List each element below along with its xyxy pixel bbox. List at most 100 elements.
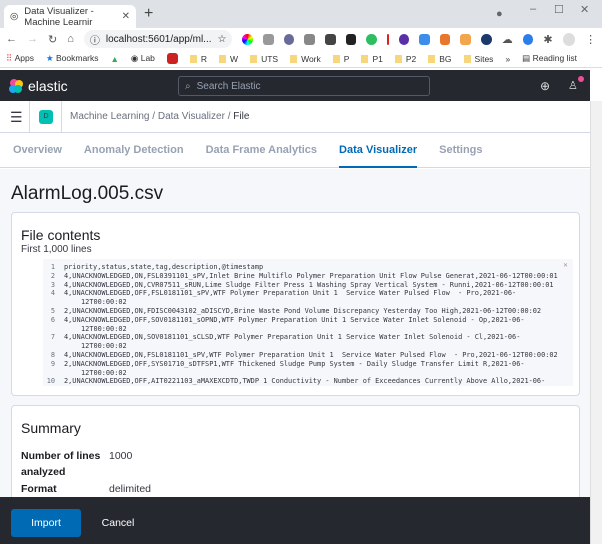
- browser-tab[interactable]: ◎ Data Visualizer - Machine Learnir ✕: [4, 5, 136, 28]
- bookmark-lab[interactable]: ◉ Lab: [131, 53, 155, 64]
- code-line: 6 4,UNACKNOWLEDGED,OFF,SOV0181101_sOPND,W…: [43, 316, 573, 334]
- notification-dot: [578, 76, 584, 82]
- extension-icon[interactable]: [419, 33, 430, 45]
- page-scrollbar[interactable]: [590, 101, 602, 544]
- menu-dots-icon[interactable]: ⋮: [585, 33, 596, 46]
- close-tab-icon[interactable]: ✕: [122, 11, 130, 22]
- close-icon[interactable]: ✕: [563, 262, 568, 269]
- folder-icon: [189, 55, 197, 64]
- menu-icon[interactable]: ☰: [10, 100, 30, 133]
- cloud-icon[interactable]: ☁: [502, 33, 513, 46]
- breadcrumb-file: File: [233, 111, 250, 122]
- elastic-logo-icon: [9, 78, 23, 93]
- file-contents-code[interactable]: 1 priority,status,state,tag,description,@…: [43, 259, 573, 386]
- newsfeed-icon[interactable]: ♙: [568, 79, 578, 92]
- line-number: 8: [50, 350, 55, 359]
- extension-icon[interactable]: [283, 33, 295, 45]
- minimize-button[interactable]: –: [530, 3, 536, 15]
- search-input[interactable]: ⌕ Search Elastic: [178, 76, 430, 96]
- profile-icon[interactable]: ●: [496, 8, 503, 20]
- folder-icon: [290, 55, 298, 64]
- extension-icon[interactable]: [481, 33, 492, 45]
- extension-icon[interactable]: [263, 33, 274, 45]
- folder-icon: [394, 55, 402, 64]
- reading-list-icon: ▤: [522, 53, 531, 63]
- space-badge[interactable]: D: [39, 109, 53, 124]
- reading-list[interactable]: ▤ Reading list: [522, 53, 577, 64]
- breadcrumb-machine-learning[interactable]: Machine Learning: [70, 111, 150, 122]
- back-icon[interactable]: ←: [6, 33, 17, 45]
- extension-icon[interactable]: [324, 33, 336, 45]
- bookmark-folder[interactable]: Sites: [463, 54, 493, 64]
- folder-icon: [250, 55, 258, 64]
- code-line: 5 2,UNACKNOWLEDGED,ON,FDISC0043102_aDISCY…: [43, 307, 573, 316]
- import-button[interactable]: Import: [11, 509, 81, 537]
- close-window-button[interactable]: ✕: [580, 3, 589, 16]
- bookmark-icon[interactable]: [166, 53, 178, 64]
- tab-overview[interactable]: Overview: [13, 133, 62, 168]
- cancel-button[interactable]: Cancel: [92, 509, 144, 537]
- bookmark-folder[interactable]: Work: [290, 54, 321, 64]
- line-number: 10: [46, 377, 55, 386]
- more-bookmarks-icon[interactable]: »: [505, 54, 510, 64]
- line-text: 4,UNACKNOWLEDGED,ON,SOV0181101_sCLSD,WTF…: [64, 333, 521, 351]
- new-tab-button[interactable]: +: [144, 5, 153, 23]
- help-icon[interactable]: ⊕: [540, 79, 550, 93]
- avatar[interactable]: [562, 32, 576, 46]
- tab-anomaly-detection[interactable]: Anomaly Detection: [84, 133, 184, 168]
- elastic-logo[interactable]: elastic: [8, 78, 68, 94]
- bookmark-folder[interactable]: BG: [428, 54, 452, 64]
- url-text: localhost:5601/app/ml...: [105, 33, 212, 45]
- home-icon[interactable]: ⌂: [67, 33, 74, 45]
- tab-title: Data Visualizer - Machine Learnir: [24, 5, 94, 28]
- file-contents-panel: File contents First 1,000 lines 1 priorit…: [11, 212, 580, 396]
- line-text: 4,UNACKNOWLEDGED,ON,FSL0181101_sPV,WTF P…: [64, 350, 558, 359]
- evernote-icon[interactable]: [366, 33, 377, 45]
- code-line: 2 4,UNACKNOWLEDGED,ON,FSL0391101_sPV,Inle…: [43, 272, 573, 281]
- line-number: 3: [50, 280, 55, 289]
- drive-icon[interactable]: ▲: [111, 54, 119, 64]
- address-bar: ← → ↻ ⌂ ⓘ localhost:5601/app/ml... ☆ ☁ ✱…: [0, 28, 602, 50]
- bookmark-apps[interactable]: ⠿ Apps: [6, 53, 34, 64]
- bookmark-folder[interactable]: P: [332, 54, 349, 64]
- forward-icon[interactable]: →: [27, 33, 38, 45]
- info-icon: ⓘ: [89, 35, 100, 47]
- line-text: 4,UNACKNOWLEDGED,ON,CVR07511_sRUN,Lime S…: [64, 280, 554, 289]
- extension-icon[interactable]: [345, 33, 357, 45]
- search-icon: ⌕: [185, 80, 191, 92]
- extension-icon[interactable]: [386, 33, 389, 45]
- extension-icon[interactable]: [242, 33, 254, 45]
- folder-icon: [361, 55, 369, 64]
- file-contents-subtitle: First 1,000 lines: [21, 244, 92, 255]
- extension-icon[interactable]: [304, 33, 315, 45]
- bookmark-folder[interactable]: R: [189, 54, 207, 64]
- puzzle-icon[interactable]: ✱: [543, 33, 552, 46]
- url-input[interactable]: ⓘ localhost:5601/app/ml... ☆: [83, 30, 233, 48]
- maximize-button[interactable]: ☐: [554, 3, 564, 16]
- code-line: 1 priority,status,state,tag,description,@…: [43, 263, 573, 272]
- elastic-header: elastic ⌕ Search Elastic ⊕ ♙: [0, 70, 590, 101]
- tab-settings[interactable]: Settings: [439, 133, 482, 168]
- main-content: AlarmLog.005.csv File contents First 1,0…: [0, 169, 590, 525]
- folder-icon: [463, 55, 471, 64]
- bookmark-folder[interactable]: P2: [394, 54, 416, 64]
- bookmark-folder[interactable]: UTS: [250, 54, 278, 64]
- tab-data-frame-analytics[interactable]: Data Frame Analytics: [206, 133, 317, 168]
- ml-tabs: Overview Anomaly Detection Data Frame An…: [0, 133, 590, 168]
- bookmark-folder[interactable]: W: [219, 54, 238, 64]
- extension-icon[interactable]: [439, 33, 451, 45]
- extension-icon[interactable]: [522, 33, 534, 45]
- star-icon[interactable]: ☆: [218, 34, 227, 45]
- bookmark-folder[interactable]: P1: [361, 54, 383, 64]
- page-title: AlarmLog.005.csv: [11, 183, 164, 204]
- extension-icon[interactable]: [460, 33, 472, 45]
- bookmark-bookmarks[interactable]: ★ Bookmarks: [46, 53, 99, 64]
- code-line: 3 4,UNACKNOWLEDGED,ON,CVR07511_sRUN,Lime …: [43, 281, 573, 290]
- extension-icon[interactable]: [398, 33, 410, 45]
- line-number: 4: [50, 289, 55, 298]
- line-number: 9: [50, 359, 55, 368]
- tab-data-visualizer[interactable]: Data Visualizer: [339, 133, 418, 168]
- code-line: 9 2,UNACKNOWLEDGED,OFF,SYS01710_sDTFSP1,W…: [43, 360, 573, 378]
- reload-icon[interactable]: ↻: [48, 33, 57, 46]
- breadcrumb-data-visualizer[interactable]: Data Visualizer: [158, 111, 225, 122]
